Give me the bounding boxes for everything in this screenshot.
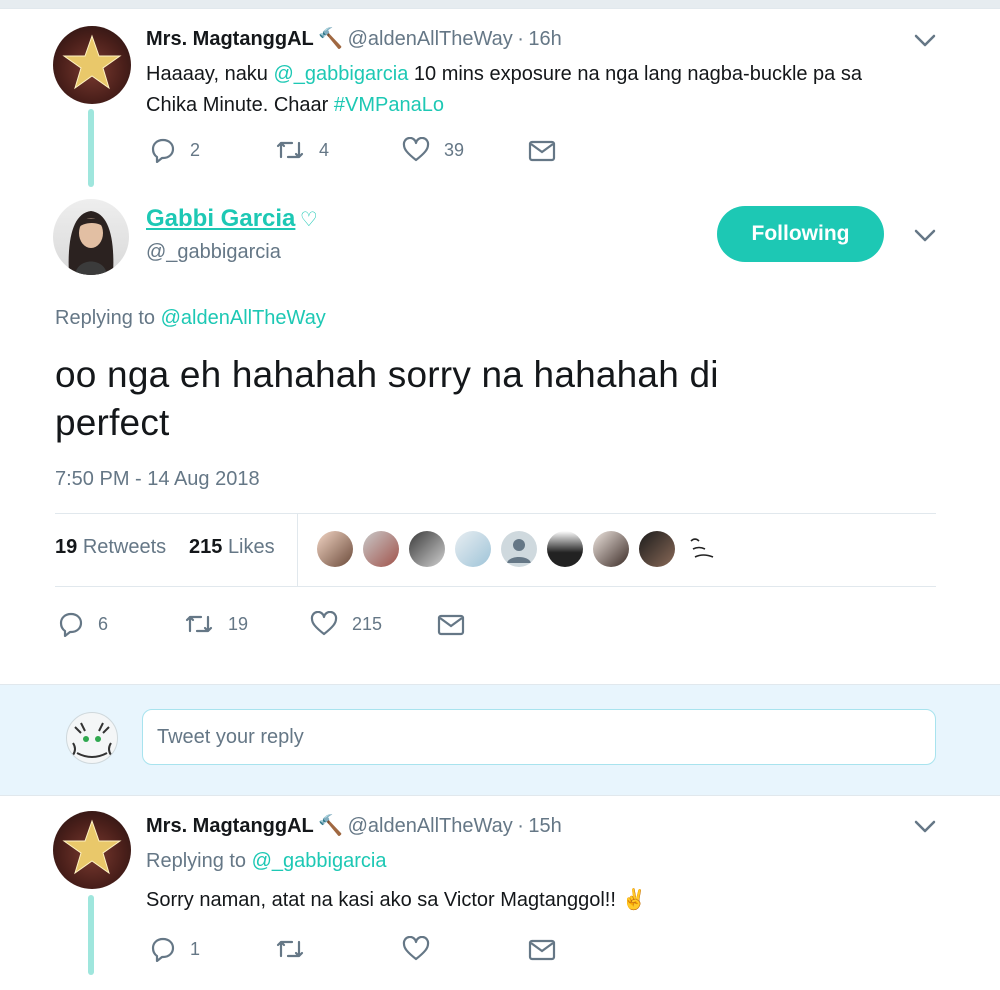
- retweet-count: 4: [319, 139, 330, 160]
- liker-avatar[interactable]: [593, 531, 629, 567]
- heart-symbol: ♡: [299, 209, 318, 231]
- tweet-text: Haaaay, naku @_gabbigarcia 10 mins expos…: [146, 63, 862, 116]
- retweet-icon: [276, 940, 304, 958]
- dm-button[interactable]: [528, 938, 570, 962]
- username[interactable]: @aldenAllTheWay: [348, 815, 513, 837]
- retweet-button[interactable]: 4: [275, 137, 329, 163]
- like-button[interactable]: 215: [310, 611, 382, 637]
- tweet-time[interactable]: 16h: [528, 28, 561, 50]
- dm-button[interactable]: [528, 139, 570, 163]
- retweet-icon: [276, 141, 304, 159]
- likes-count: 215: [189, 536, 223, 558]
- reply-icon: [151, 937, 175, 962]
- top-divider: [0, 0, 1000, 8]
- mention-link[interactable]: @_gabbigarcia: [274, 63, 409, 85]
- retweet-count: 19: [228, 613, 249, 634]
- sketch-avatar-icon: [72, 722, 112, 758]
- star-icon: [62, 819, 122, 875]
- display-name[interactable]: Mrs. MagtanggAL: [146, 28, 314, 50]
- dm-button[interactable]: [437, 613, 479, 637]
- thread-line: [88, 895, 94, 975]
- liker-avatar[interactable]: [317, 531, 353, 567]
- heart-icon: [402, 137, 430, 162]
- tweet-time[interactable]: 15h: [528, 815, 561, 837]
- chevron-down-icon[interactable]: [914, 820, 936, 834]
- sketch-avatar: [690, 538, 714, 558]
- peace-sign-icon: ✌: [621, 889, 647, 911]
- profile-photo: [68, 211, 114, 275]
- envelope-icon: [437, 614, 465, 636]
- liker-avatar[interactable]: [547, 531, 583, 567]
- reply-button[interactable]: 6: [58, 611, 108, 637]
- timestamp[interactable]: 7:50 PM - 14 Aug 2018: [55, 468, 260, 491]
- envelope-icon: [528, 140, 556, 162]
- reply-count: 6: [98, 613, 109, 634]
- like-count: 39: [444, 139, 465, 160]
- tweet-text: Sorry naman, atat na kasi ako sa Victor …: [146, 889, 647, 911]
- like-count: 215: [352, 613, 383, 634]
- reply-button[interactable]: 2: [150, 137, 200, 163]
- author-name-row: Gabbi Garcia ♡: [146, 205, 318, 233]
- heart-icon: [402, 936, 430, 961]
- avatar[interactable]: [53, 199, 129, 275]
- display-name[interactable]: Mrs. MagtanggAL: [146, 815, 314, 837]
- chevron-down-icon[interactable]: [914, 229, 936, 243]
- liker-avatar[interactable]: [501, 531, 537, 567]
- liker-avatar[interactable]: [409, 531, 445, 567]
- display-name[interactable]: Gabbi Garcia: [146, 205, 295, 232]
- likes-label: Likes: [227, 536, 275, 558]
- reply-count: 2: [190, 139, 201, 160]
- divider: [55, 586, 936, 587]
- following-button[interactable]: Following: [717, 206, 884, 262]
- avatar[interactable]: [66, 712, 118, 764]
- replying-to: Replying to @_gabbigarcia: [146, 850, 387, 872]
- replying-to: Replying to @aldenAllTheWay: [55, 307, 326, 329]
- mention-link[interactable]: @aldenAllTheWay: [161, 307, 326, 329]
- mention-link[interactable]: @_gabbigarcia: [252, 850, 387, 872]
- hammer-icon: 🔨: [318, 815, 344, 837]
- reply-button[interactable]: 1: [150, 936, 200, 962]
- like-button[interactable]: 39: [402, 137, 464, 163]
- tweet-text: oo nga eh hahahah sorry na hahahah di pe…: [55, 354, 719, 443]
- reply-input[interactable]: [142, 709, 936, 765]
- separator: ·: [517, 815, 524, 837]
- reply-count: 1: [190, 938, 201, 959]
- chevron-down-icon[interactable]: [914, 34, 936, 48]
- top-divider-line: [0, 8, 1000, 9]
- retweet-icon: [185, 615, 213, 633]
- reply-icon: [151, 138, 175, 163]
- divider: [55, 513, 936, 514]
- likes-stat[interactable]: 215 Likes: [189, 536, 275, 559]
- heart-icon: [310, 611, 338, 636]
- username[interactable]: @_gabbigarcia: [146, 241, 281, 264]
- separator: ·: [517, 28, 524, 50]
- tweet-header: Mrs. MagtanggAL 🔨 @aldenAllTheWay · 16h: [146, 26, 562, 51]
- liker-avatar[interactable]: [455, 531, 491, 567]
- reply-icon: [59, 612, 83, 637]
- tweet-header: Mrs. MagtanggAL 🔨 @aldenAllTheWay · 15h: [146, 813, 562, 838]
- retweets-label: Retweets: [82, 536, 167, 558]
- retweets-count: 19: [55, 536, 78, 558]
- retweets-stat[interactable]: 19 Retweets: [55, 536, 166, 559]
- avatar[interactable]: [53, 26, 131, 104]
- retweet-button[interactable]: [275, 936, 319, 962]
- default-user-icon: [507, 539, 531, 563]
- avatar[interactable]: [53, 811, 131, 889]
- retweet-button[interactable]: 19: [184, 611, 248, 637]
- liker-avatar[interactable]: [639, 531, 675, 567]
- hashtag-link[interactable]: #VMPanaLo: [334, 94, 444, 116]
- username[interactable]: @aldenAllTheWay: [348, 28, 513, 50]
- liker-avatar[interactable]: [363, 531, 399, 567]
- envelope-icon: [528, 939, 556, 961]
- thread-line: [88, 109, 94, 187]
- hammer-icon: 🔨: [318, 28, 344, 50]
- star-icon: [62, 34, 122, 90]
- like-button[interactable]: [402, 936, 444, 962]
- stats-divider: [297, 513, 298, 586]
- liker-avatar[interactable]: [685, 531, 721, 567]
